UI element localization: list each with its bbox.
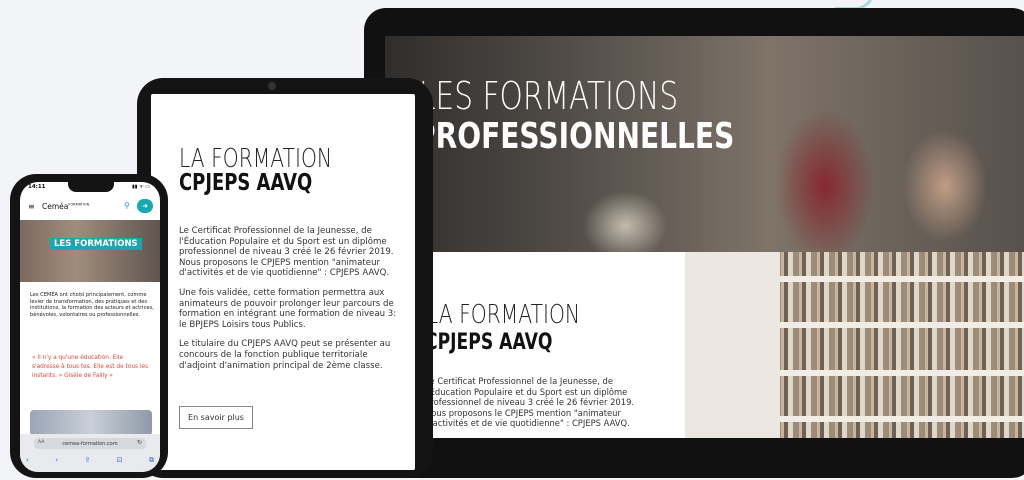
mobile-header: ≡ CeméaFORMATION ⚲ ➜ [20, 196, 160, 218]
camera-icon [268, 82, 276, 90]
bookmarks-icon[interactable]: ⊡ [117, 456, 123, 465]
phone-notch [68, 182, 114, 192]
formation-title-line2: CPJEPS AAVQ [179, 170, 313, 196]
search-icon[interactable]: ⚲ [124, 201, 130, 210]
reload-icon[interactable]: ↻ [137, 439, 142, 446]
status-time: 14:11 [28, 184, 46, 190]
browser-toolbar: ‹ › ⇪ ⊡ ⧉ [26, 456, 154, 465]
login-icon[interactable]: ➜ [137, 199, 153, 213]
menu-icon[interactable]: ≡ [28, 202, 35, 211]
bookshelf-image [685, 252, 1024, 438]
description-paragraph: Le Certificat Professionnel de la Jeunes… [179, 226, 394, 279]
hero-image: LES FORMATIONS PROFESSIONNELLES [385, 36, 1024, 252]
hero-title-line1: LES FORMATIONS [419, 74, 679, 118]
browser-bar: cemea-formation.com AA ↻ ‹ › ⇪ ⊡ ⧉ [20, 434, 160, 472]
tabs-icon[interactable]: ⧉ [149, 456, 154, 465]
address-field[interactable]: cemea-formation.com [34, 438, 146, 449]
learn-more-button[interactable]: En savoir plus [179, 406, 253, 429]
tablet-screen: LA FORMATION CPJEPS AAVQ Le Certificat P… [151, 94, 415, 470]
formation-description: Le Certificat Professionnel de la Jeunes… [179, 226, 404, 380]
hero-title-line2: PROFESSIONNELLES [415, 116, 735, 157]
text-size-icon[interactable]: AA [38, 440, 44, 445]
laptop-screen: LES FORMATIONS PROFESSIONNELLES LA FORMA… [385, 36, 1024, 438]
mobile-secondary-image [30, 410, 152, 436]
mobile-intro-text: Les CEMÉA ont choisi principalement, com… [30, 292, 154, 318]
forward-icon[interactable]: › [55, 456, 58, 465]
section-body-text: Le Certificat Professionnel de la Jeunes… [425, 376, 635, 428]
phone-screen: 14:11 ▮▮ ᯤ ▭ ≡ CeméaFORMATION ⚲ ➜ LES FO… [20, 182, 160, 472]
mobile-hero-image [20, 220, 160, 282]
back-icon[interactable]: ‹ [26, 456, 29, 465]
section-title-line1: LA FORMATION [427, 300, 581, 330]
mobile-hero-label: LES FORMATIONS [50, 238, 142, 250]
description-paragraph: Le titulaire du CPJEPS AAVQ peut se prés… [179, 339, 391, 371]
status-icons: ▮▮ ᯤ ▭ [132, 184, 150, 190]
share-icon[interactable]: ⇪ [84, 456, 90, 465]
section-title-line2: CPJEPS AAVQ [425, 330, 553, 355]
description-paragraph: Une fois validée, cette formation permet… [179, 287, 397, 330]
mobile-quote: « Il n'y a qu'une éducation. Elle s'adre… [32, 355, 149, 379]
site-logo[interactable]: CeméaFORMATION [42, 202, 89, 211]
